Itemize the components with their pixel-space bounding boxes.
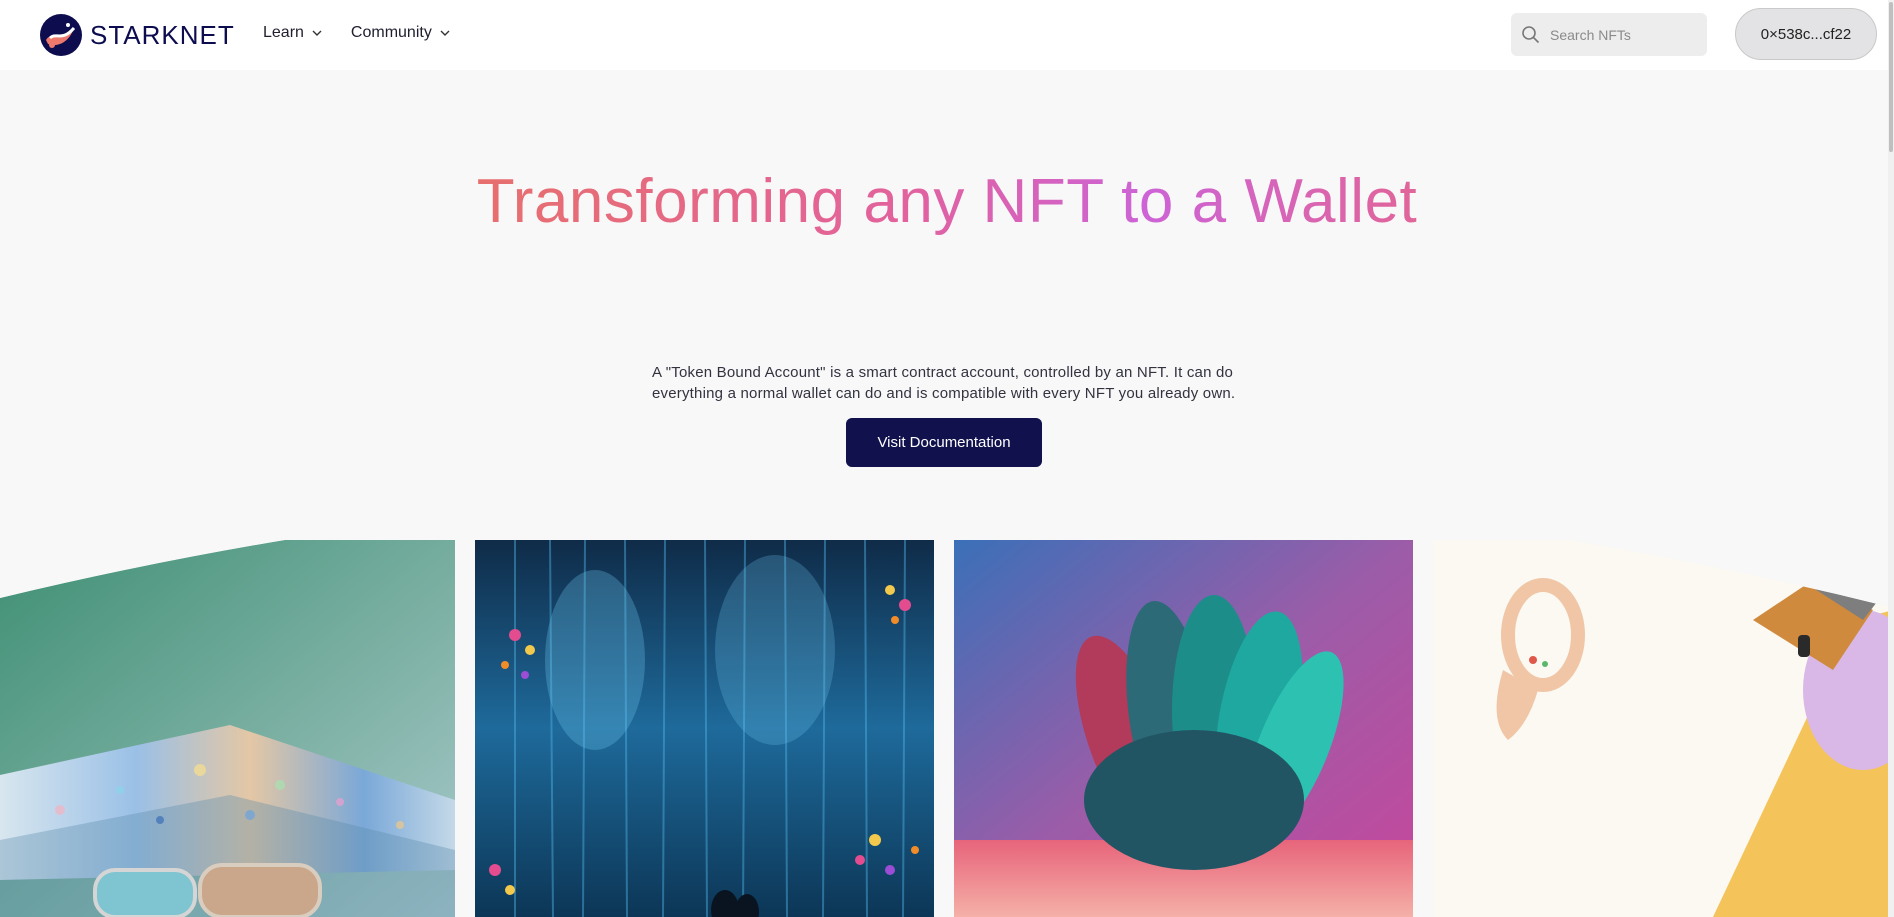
scrollbar-thumb[interactable] <box>1889 2 1893 152</box>
vr-headset-controller-image <box>1433 540 1894 917</box>
search-box <box>1511 13 1707 56</box>
search-icon <box>1522 25 1540 43</box>
hero-description: A "Token Bound Account" is a smart contr… <box>652 364 1236 402</box>
teal-feather-sculpture-image <box>954 540 1413 917</box>
main-nav: Learn Community <box>263 24 451 42</box>
nft-gallery <box>0 540 1894 917</box>
gallery-item-4[interactable] <box>1433 540 1894 917</box>
hero-title: Transforming any NFT to a Wallet <box>447 160 1447 244</box>
starknet-logo-icon <box>40 14 82 56</box>
gallery-item-3[interactable] <box>954 540 1413 917</box>
top-navigation-bar: STARKNET Learn Community 0×538c...cf22 <box>0 0 1894 70</box>
iridescent-hat-sunglasses-image <box>0 540 455 917</box>
nav-community-label: Community <box>350 24 432 41</box>
visit-documentation-button[interactable]: Visit Documentation <box>846 418 1042 467</box>
starknet-logo[interactable]: STARKNET <box>40 14 235 56</box>
chevron-down-icon <box>312 30 322 36</box>
brand-name: STARKNET <box>90 19 235 50</box>
chevron-down-icon <box>440 30 450 36</box>
nav-community-menu[interactable]: Community <box>351 24 451 42</box>
search-input[interactable] <box>1550 26 1700 43</box>
gallery-item-2[interactable] <box>475 540 934 917</box>
wallet-address-button[interactable]: 0×538c...cf22 <box>1735 8 1877 60</box>
nav-learn-menu[interactable]: Learn <box>263 24 323 42</box>
digital-waterfall-art-image <box>475 540 934 917</box>
gallery-item-1[interactable] <box>0 540 455 917</box>
nav-learn-label: Learn <box>263 24 304 41</box>
